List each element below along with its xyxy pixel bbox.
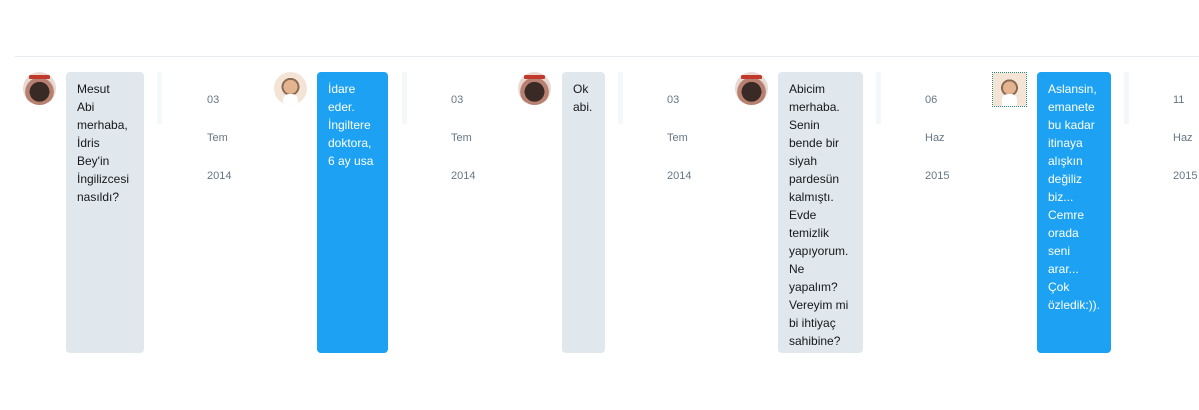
avatar-icon[interactable] xyxy=(274,72,307,105)
separator xyxy=(1124,72,1129,124)
date-year: 2015 xyxy=(1173,170,1198,182)
separator xyxy=(157,72,162,124)
message-bubble-incoming[interactable]: Ok abi. xyxy=(562,72,605,353)
separator xyxy=(402,72,407,124)
message-text: Ok abi. xyxy=(573,82,593,114)
message-bubble-outgoing[interactable]: Aslansin, emanete bu kadar itinaya alışk… xyxy=(1037,72,1111,353)
date-year: 2014 xyxy=(451,170,476,182)
date-month: Tem xyxy=(667,132,688,144)
message-date: 11 Haz 2015 xyxy=(1173,72,1197,205)
message-text: İdare eder. İngiltere doktora, 6 ay usa xyxy=(328,82,374,168)
date-day: 03 xyxy=(451,94,464,106)
date-year: 2014 xyxy=(207,170,232,182)
top-divider xyxy=(15,56,1199,57)
date-day: 11 xyxy=(1173,94,1185,106)
date-year: 2014 xyxy=(667,170,692,182)
message-date: 03 Tem 2014 xyxy=(451,72,475,205)
avatar-icon[interactable] xyxy=(735,72,768,105)
message-date: 06 Haz 2015 xyxy=(925,72,949,205)
date-year: 2015 xyxy=(925,170,950,182)
date-month: Haz xyxy=(1173,132,1193,144)
message-date: 03 Tem 2014 xyxy=(667,72,691,205)
avatar-icon[interactable] xyxy=(23,72,56,105)
message-text: Abicim merhaba. Senin bende bir siyah pa… xyxy=(789,82,849,348)
avatar-icon[interactable] xyxy=(518,72,551,105)
avatar-icon[interactable] xyxy=(992,72,1027,107)
message-bubble-outgoing[interactable]: İdare eder. İngiltere doktora, 6 ay usa xyxy=(317,72,388,353)
date-month: Haz xyxy=(925,132,945,144)
message-text: Mesut Abi merhaba, İdris Bey'in İngilizc… xyxy=(77,82,130,204)
message-text: Aslansin, emanete bu kadar itinaya alışk… xyxy=(1048,82,1101,312)
date-day: 03 xyxy=(667,94,680,106)
date-day: 03 xyxy=(207,94,220,106)
message-date: 03 Tem 2014 xyxy=(207,72,231,205)
date-month: Tem xyxy=(207,132,228,144)
separator xyxy=(618,72,623,124)
date-month: Tem xyxy=(451,132,472,144)
message-bubble-incoming[interactable]: Abicim merhaba. Senin bende bir siyah pa… xyxy=(778,72,863,353)
date-day: 06 xyxy=(925,94,938,106)
separator xyxy=(876,72,881,124)
message-bubble-incoming[interactable]: Mesut Abi merhaba, İdris Bey'in İngilizc… xyxy=(66,72,144,353)
